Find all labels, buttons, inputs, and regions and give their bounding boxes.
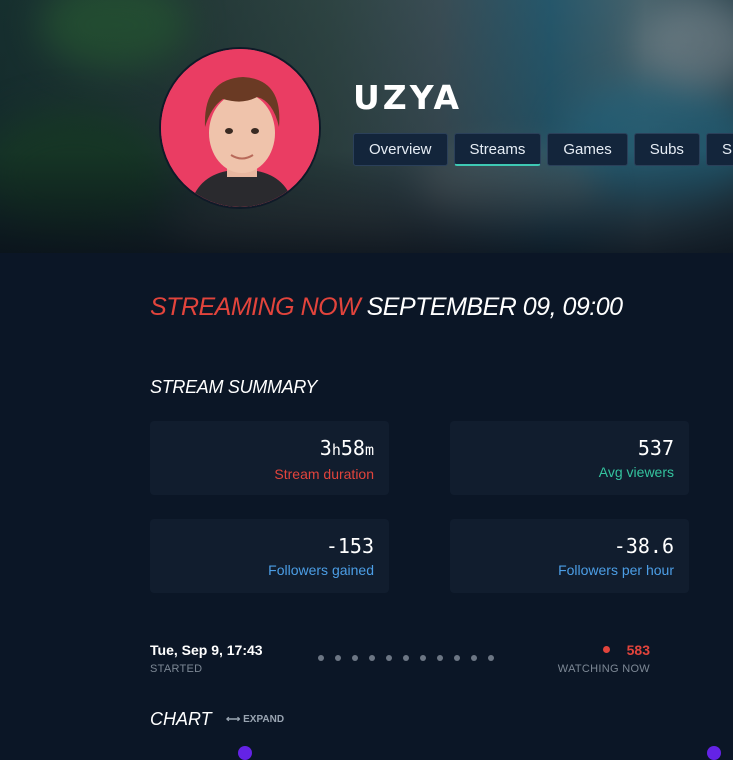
- chart-marker[interactable]: [707, 746, 721, 760]
- started-label: STARTED: [150, 663, 203, 675]
- timeline-dot: [488, 655, 494, 661]
- stream-summary-title: STREAM SUMMARY: [150, 377, 318, 397]
- avg-viewers-label: Avg viewers: [598, 464, 674, 480]
- channel-tabs: Overview Streams Games Subs S: [353, 133, 733, 166]
- stream-heading: STREAMING NOW SEPTEMBER 09, 09:00: [150, 293, 623, 322]
- timeline-dot: [318, 655, 324, 661]
- timeline-dot: [403, 655, 409, 661]
- tab-subs[interactable]: Subs: [633, 133, 700, 166]
- watching-now-count: 583: [626, 642, 650, 658]
- channel-name: UZYA: [353, 78, 463, 117]
- live-dot-icon: [603, 646, 610, 653]
- tab-streams[interactable]: Streams: [453, 133, 542, 166]
- avatar[interactable]: [159, 47, 321, 209]
- timeline-dot: [420, 655, 426, 661]
- tab-truncated[interactable]: S: [705, 133, 733, 166]
- timeline-dot: [437, 655, 443, 661]
- followers-gained-card: -153 Followers gained: [150, 519, 389, 593]
- started-time: Tue, Sep 9, 17:43: [150, 642, 263, 658]
- stream-duration-card: 3h58m Stream duration: [150, 421, 389, 495]
- stream-timeline: Tue, Sep 9, 17:43 STARTED 583 WATCHING N…: [150, 641, 690, 681]
- followers-per-hour-label: Followers per hour: [558, 562, 674, 578]
- timeline-dot: [454, 655, 460, 661]
- watching-now-label: WATCHING NOW: [557, 663, 650, 675]
- avg-viewers-value: 537: [637, 436, 674, 460]
- expand-button[interactable]: ⟷ EXPAND: [226, 714, 284, 725]
- stream-datetime: SEPTEMBER 09, 09:00: [366, 293, 623, 321]
- timeline-dot: [471, 655, 477, 661]
- streaming-status: STREAMING NOW: [150, 293, 361, 321]
- chart-title: CHART: [150, 709, 212, 729]
- channel-banner: [0, 0, 733, 253]
- timeline-dot: [335, 655, 341, 661]
- avg-viewers-card: 537 Avg viewers: [450, 421, 689, 495]
- stream-duration-value: 3h58m: [319, 436, 374, 460]
- timeline-dots: [318, 655, 494, 661]
- timeline-dot: [386, 655, 392, 661]
- chart-marker[interactable]: [238, 746, 252, 760]
- tab-overview[interactable]: Overview: [353, 133, 448, 166]
- timeline-dot: [352, 655, 358, 661]
- tab-games[interactable]: Games: [547, 133, 628, 166]
- followers-gained-label: Followers gained: [268, 562, 374, 578]
- timeline-dot: [369, 655, 375, 661]
- followers-gained-value: -153: [325, 534, 374, 558]
- followers-per-hour-value: -38.6: [613, 534, 674, 558]
- followers-per-hour-card: -38.6 Followers per hour: [450, 519, 689, 593]
- stream-duration-label: Stream duration: [274, 466, 374, 482]
